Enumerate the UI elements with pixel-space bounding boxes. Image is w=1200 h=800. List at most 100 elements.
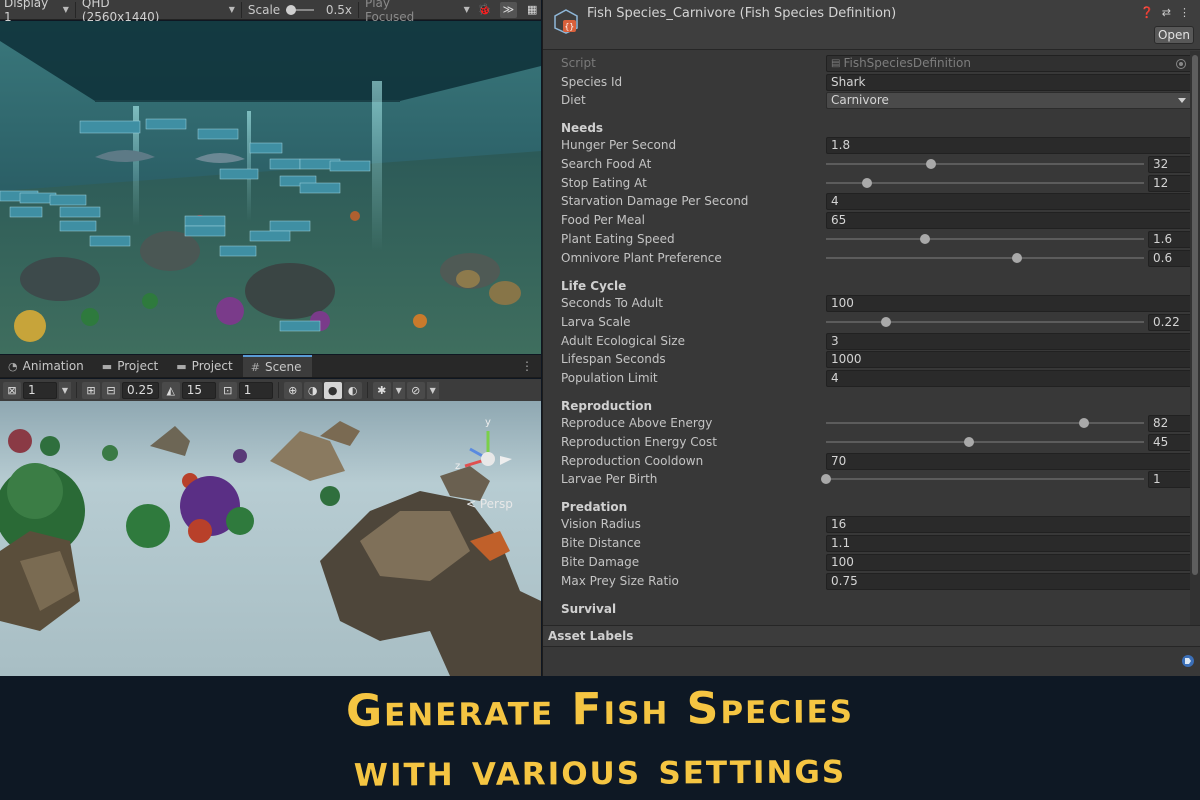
slider-thumb[interactable] bbox=[1011, 253, 1022, 263]
slider-thumb[interactable] bbox=[1078, 418, 1089, 428]
food-per-meal-field[interactable]: 65 bbox=[826, 211, 1193, 229]
larva-scale-field[interactable]: 0.22 bbox=[1148, 313, 1193, 331]
seconds-to-adult-row: Seconds To Adult 100 bbox=[561, 294, 1193, 312]
more-icon[interactable]: ⋮ bbox=[1179, 6, 1190, 19]
tab-project[interactable]: ▬ Project bbox=[94, 355, 168, 377]
bite-distance-field[interactable]: 1.1 bbox=[826, 534, 1193, 552]
tag-icon[interactable] bbox=[1182, 655, 1194, 667]
species-id-field[interactable]: Shark bbox=[826, 73, 1193, 91]
field-label: Omnivore Plant Preference bbox=[561, 251, 722, 265]
tab-project-2[interactable]: ▬ Project bbox=[168, 355, 242, 377]
chevron-down-icon: ▼ bbox=[62, 5, 69, 14]
starvation-damage-field[interactable]: 4 bbox=[826, 192, 1193, 210]
chevron-down-icon[interactable]: ▼ bbox=[426, 381, 439, 399]
field-label: Food Per Meal bbox=[561, 213, 645, 227]
shaded-icon[interactable]: ● bbox=[323, 381, 342, 399]
slider-thumb[interactable] bbox=[881, 317, 892, 327]
target-icon[interactable] bbox=[1176, 58, 1186, 69]
snap-icon[interactable]: ⊞ bbox=[82, 381, 100, 399]
vision-radius-field[interactable]: 16 bbox=[826, 515, 1193, 533]
section-survival: Survival bbox=[561, 602, 617, 616]
larvae-per-birth-slider[interactable] bbox=[821, 474, 1144, 484]
field-label: Adult Ecological Size bbox=[561, 334, 685, 348]
play-mode-label: Play Focused bbox=[364, 0, 415, 24]
reproduce-above-field[interactable]: 82 bbox=[1148, 414, 1193, 432]
reproduction-cooldown-row: Reproduction Cooldown 70 bbox=[561, 452, 1193, 470]
reproduction-cost-field[interactable]: 45 bbox=[1148, 433, 1193, 451]
unlit-icon[interactable]: ◐ bbox=[343, 381, 362, 399]
gizmos-icon[interactable]: ▦ bbox=[523, 2, 541, 18]
snap-value-field[interactable]: 0.25 bbox=[122, 381, 159, 399]
resolution-dropdown[interactable]: QHD (2560x1440) ▼ bbox=[82, 0, 235, 24]
game-view[interactable] bbox=[0, 21, 541, 354]
population-limit-field[interactable]: 4 bbox=[826, 369, 1193, 387]
slider-thumb[interactable] bbox=[862, 178, 873, 188]
inspector-header: {} Fish Species_Carnivore (Fish Species … bbox=[543, 0, 1200, 50]
grid-icon[interactable]: ⊠ bbox=[3, 381, 21, 399]
tab-scene[interactable]: # Scene bbox=[242, 355, 312, 377]
help-icon[interactable]: ❓ bbox=[1140, 6, 1154, 19]
reproduction-cooldown-field[interactable]: 70 bbox=[826, 452, 1193, 470]
lifespan-seconds-field[interactable]: 1000 bbox=[826, 350, 1193, 368]
stop-eating-slider[interactable] bbox=[826, 178, 1144, 188]
search-food-field[interactable]: 32 bbox=[1148, 155, 1193, 173]
scale-snap-icon[interactable]: ⊡ bbox=[218, 381, 237, 399]
adult-size-row: Adult Ecological Size 3 bbox=[561, 332, 1193, 350]
play-mode-dropdown[interactable]: Play Focused ▼ bbox=[365, 0, 470, 24]
diet-dropdown[interactable]: Carnivore bbox=[826, 91, 1193, 109]
scale-value-field[interactable]: 1 bbox=[238, 381, 273, 399]
rotate-control: ◭ 15 bbox=[161, 381, 216, 399]
shaded-wireframe-icon[interactable]: ◑ bbox=[303, 381, 322, 399]
larva-scale-slider[interactable] bbox=[826, 317, 1144, 327]
chevron-down-icon[interactable]: ▼ bbox=[392, 381, 405, 399]
plant-eating-row: Plant Eating Speed 1.6 bbox=[561, 230, 1193, 248]
rotate-snap-icon[interactable]: ⊟ bbox=[102, 381, 120, 399]
section-reproduction: Reproduction bbox=[561, 399, 653, 413]
slider-thumb[interactable] bbox=[821, 474, 831, 484]
reproduction-cost-slider[interactable] bbox=[826, 437, 1144, 447]
more-icon[interactable]: ⋮ bbox=[521, 359, 541, 373]
scene-view[interactable]: y z < Persp bbox=[0, 401, 541, 676]
slider-thumb[interactable] bbox=[919, 234, 930, 244]
display-dropdown[interactable]: Display 1 ▼ bbox=[4, 0, 69, 24]
adult-ecological-size-field[interactable]: 3 bbox=[826, 332, 1193, 350]
search-food-slider[interactable] bbox=[826, 159, 1144, 169]
inspector-scrollbar[interactable] bbox=[1190, 51, 1200, 625]
omnivore-pref-slider[interactable] bbox=[826, 253, 1144, 263]
field-label: Reproduction Cooldown bbox=[561, 454, 704, 468]
chevron-down-icon[interactable]: ▼ bbox=[59, 381, 71, 399]
angle-icon[interactable]: ◭ bbox=[161, 381, 180, 399]
field-label: Plant Eating Speed bbox=[561, 232, 675, 246]
tab-animation[interactable]: ◔ Animation bbox=[0, 355, 94, 377]
hunger-per-second-field[interactable]: 1.8 bbox=[826, 136, 1193, 154]
open-button[interactable]: Open bbox=[1154, 26, 1194, 44]
omnivore-pref-field[interactable]: 0.6 bbox=[1148, 249, 1193, 267]
script-file-icon: ▤ bbox=[831, 57, 841, 69]
divider bbox=[366, 382, 368, 398]
seconds-to-adult-field[interactable]: 100 bbox=[826, 294, 1193, 312]
audio-mute-icon[interactable]: ⊘ bbox=[406, 381, 425, 399]
plant-eating-field[interactable]: 1.6 bbox=[1148, 230, 1193, 248]
asset-labels-header[interactable]: Asset Labels bbox=[543, 625, 1200, 647]
bug-icon[interactable]: ✱ bbox=[372, 381, 391, 399]
settings-icon[interactable]: ⇄ bbox=[1162, 6, 1171, 19]
bite-damage-field[interactable]: 100 bbox=[826, 553, 1193, 571]
bug-icon[interactable]: 🐞 bbox=[476, 2, 494, 18]
scale-control: ⊡ 1 bbox=[218, 381, 273, 399]
stats-icon[interactable]: ≫ bbox=[499, 1, 518, 18]
projection-label[interactable]: < Persp bbox=[466, 497, 513, 511]
grid-value-field[interactable]: 1 bbox=[23, 381, 57, 399]
slider-thumb[interactable] bbox=[925, 159, 936, 169]
rotate-value-field[interactable]: 15 bbox=[181, 381, 216, 399]
wireframe-icon[interactable]: ⊕ bbox=[283, 381, 302, 399]
larvae-per-birth-field[interactable]: 1 bbox=[1148, 470, 1193, 488]
scale-slider[interactable] bbox=[286, 4, 314, 15]
script-field[interactable]: ▤ FishSpeciesDefinition bbox=[826, 54, 1193, 72]
plant-eating-slider[interactable] bbox=[826, 234, 1144, 244]
max-prey-size-ratio-field[interactable]: 0.75 bbox=[826, 572, 1193, 590]
scale-label: Scale bbox=[247, 2, 281, 17]
scrollbar-thumb[interactable] bbox=[1192, 55, 1198, 575]
reproduce-above-slider[interactable] bbox=[826, 418, 1144, 428]
stop-eating-field[interactable]: 12 bbox=[1148, 174, 1193, 192]
slider-thumb[interactable] bbox=[964, 437, 975, 447]
